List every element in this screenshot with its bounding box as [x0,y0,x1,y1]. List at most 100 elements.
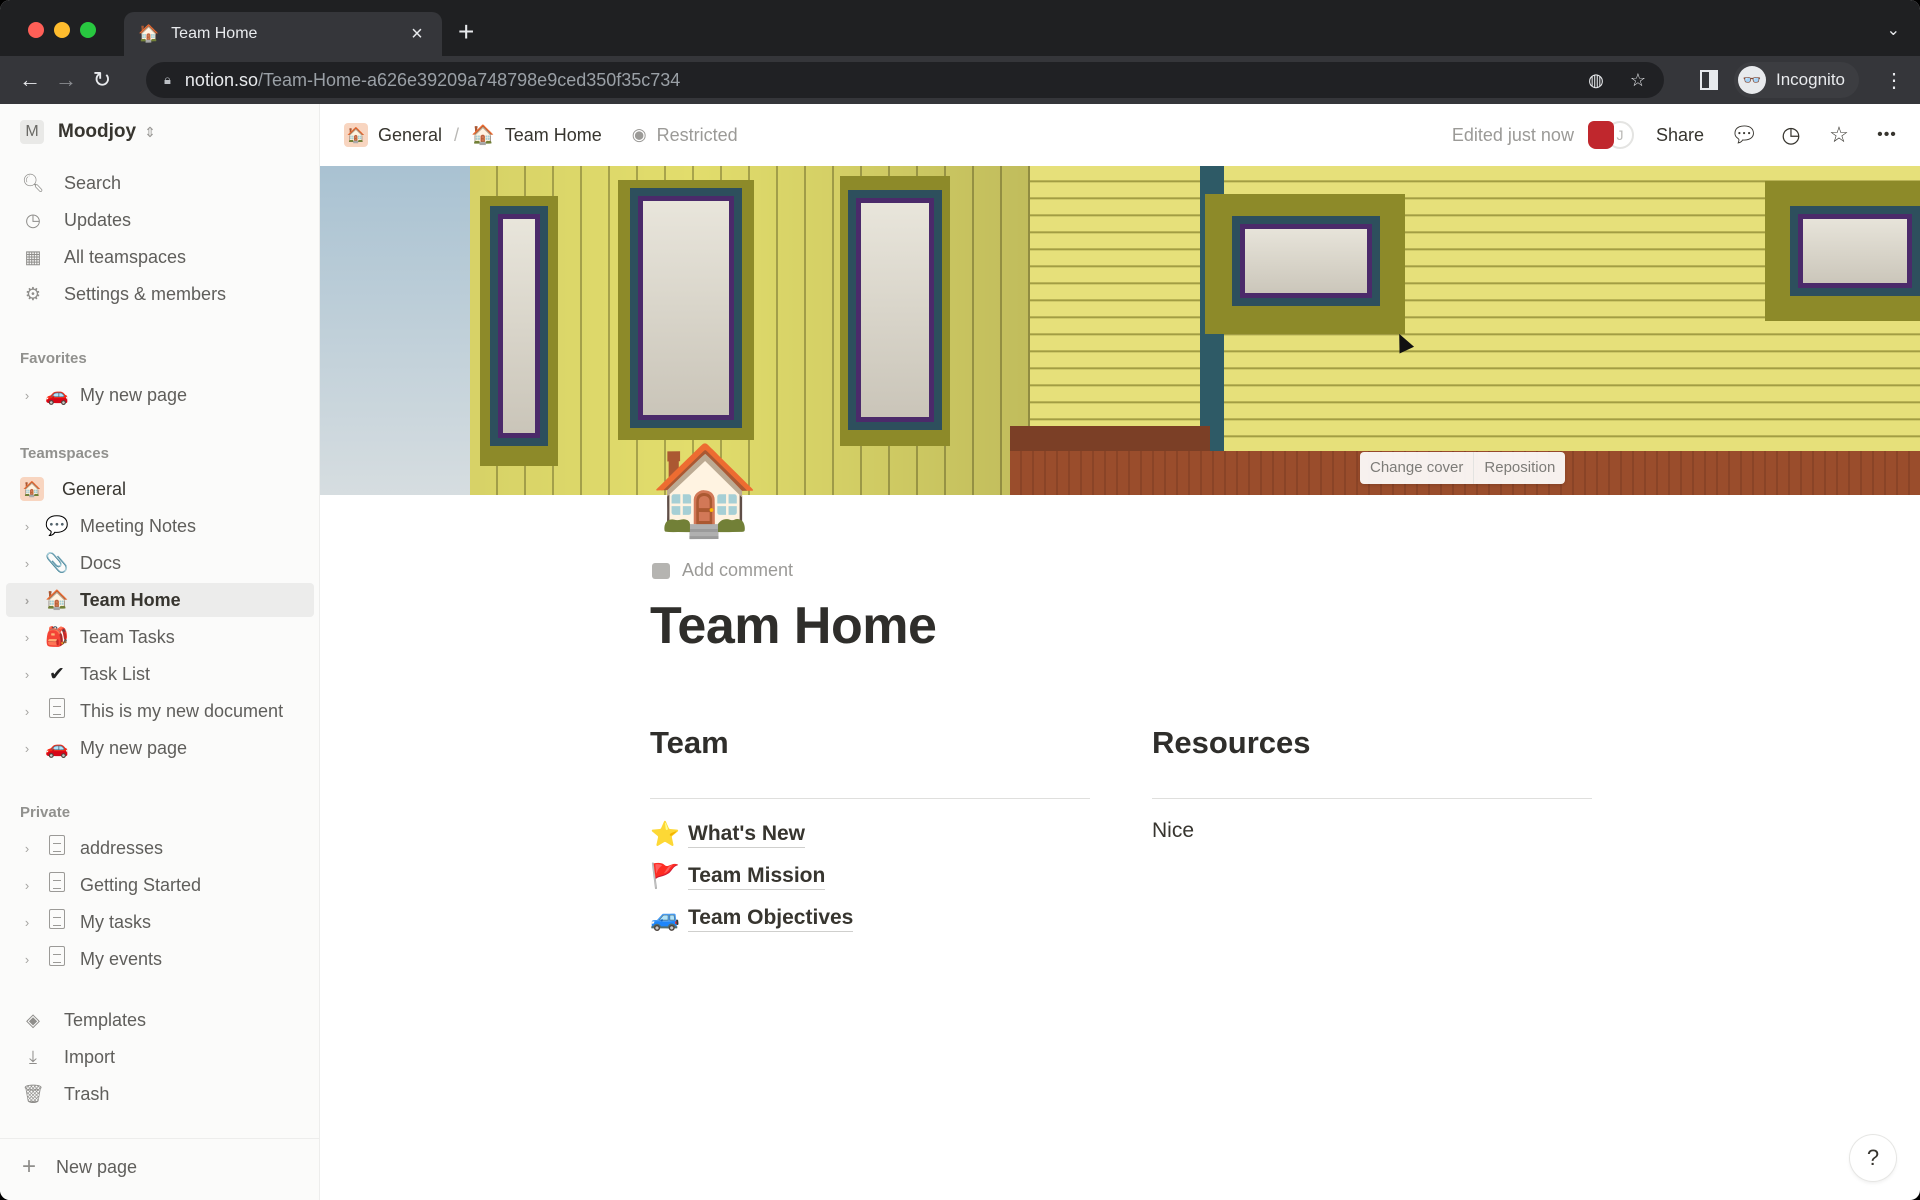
sidebar-item-all-teamspaces[interactable]: ▦ All teamspaces [6,240,314,274]
page-link-whats-new[interactable]: ⭐ What's New [650,813,1090,855]
sidebar-page-team-home[interactable]: › 🏠 Team Home [6,583,314,617]
sidebar-page-getting-started[interactable]: › Getting Started [6,868,314,902]
new-tab-button[interactable]: + [458,16,474,48]
page-link-label[interactable]: What's New [688,821,806,848]
close-window-button[interactable] [28,22,44,38]
breadcrumb-general[interactable]: 🏠 General [344,123,442,147]
sidebar-page-task-list[interactable]: › ✔ Task List [6,657,314,691]
sidebar-item-settings[interactable]: ⚙ Settings & members [6,277,314,311]
more-icon[interactable]: ••• [1874,126,1900,144]
page-link-team-mission[interactable]: 🚩 Team Mission [650,855,1090,897]
sidebar-page-new-document[interactable]: › This is my new document [6,694,314,728]
sidebar-item-label: Import [64,1046,116,1067]
new-page-button[interactable]: + New page [0,1150,308,1184]
reload-icon[interactable]: ↻ [84,67,120,93]
sidebar-page-addresses[interactable]: › addresses [6,831,314,865]
chevron-right-icon[interactable]: › [20,667,34,682]
url-text[interactable]: notion.so/Team-Home-a626e39209a748798e9c… [185,70,1562,91]
tab-search-chevron-icon[interactable]: ⌄ [1887,20,1900,40]
resources-text[interactable]: Nice [1152,819,1592,843]
sidebar-teamspace-general[interactable]: 🏠 General [6,472,314,506]
maximize-window-button[interactable] [80,22,96,38]
sidebar-page-my-tasks[interactable]: › My tasks [6,905,314,939]
chevron-right-icon[interactable]: › [20,915,34,930]
restricted-badge[interactable]: ◉ Restricted [632,125,738,146]
reposition-button[interactable]: Reposition [1473,452,1565,484]
team-heading[interactable]: Team [650,722,1090,764]
sidebar-page-meeting-notes[interactable]: › 💬 Meeting Notes [6,509,314,543]
document-icon [44,698,70,724]
document-icon [44,946,70,972]
side-panel-icon[interactable] [1700,70,1718,90]
bookmark-star-icon[interactable]: ☆ [1630,70,1646,91]
chevron-up-down-icon: ⇕ [144,123,156,140]
page-link-label[interactable]: Team Mission [688,863,826,890]
sidebar-page-my-events[interactable]: › My events [6,942,314,976]
templates-icon: ◈ [26,1009,40,1030]
tab-bar: 🏠 Team Home × + ⌄ [0,0,1920,56]
workspace-switcher[interactable]: M Moodjoy ⇕ [20,118,156,146]
sidebar-page-my-new-page-favorite[interactable]: › 🚗 My new page [6,378,314,412]
clock-icon[interactable]: ◷ [1778,122,1804,148]
forward-arrow-icon[interactable]: → [48,67,84,93]
resources-column: Resources Nice [1152,722,1592,843]
minimize-window-button[interactable] [54,22,70,38]
collaborator-avatars[interactable]: J [1587,121,1634,149]
incognito-profile-button[interactable]: 👓 Incognito [1734,62,1859,98]
browser-tab-active[interactable]: 🏠 Team Home × [124,12,442,56]
star-icon[interactable]: ☆ [1826,122,1852,148]
chevron-right-icon[interactable]: › [20,388,34,403]
share-button[interactable]: Share [1656,125,1704,146]
house-icon: 🏠 [45,590,69,611]
browser-menu-icon[interactable]: ⋮ [1884,68,1904,93]
url-host: notion.so [184,69,258,90]
topbar-actions: Edited just now J Share 💬︎ ◷ ☆ ••• [1452,104,1900,166]
sidebar-page-my-new-page[interactable]: › 🚗 My new page [6,731,314,765]
download-icon: ⤓ [29,1046,37,1067]
add-comment-button[interactable]: Add comment [652,560,793,581]
change-cover-button[interactable]: Change cover [1360,452,1473,484]
breadcrumb-team-home[interactable]: 🏠 Team Home [471,123,602,147]
favorites-heading[interactable]: Favorites [20,350,87,367]
team-links: ⭐ What's New 🚩 Team Mission 🚙 Team Objec… [650,813,1090,939]
chevron-right-icon[interactable]: › [20,952,34,967]
page-link-team-objectives[interactable]: 🚙 Team Objectives [650,897,1090,939]
chevron-right-icon[interactable]: › [20,630,34,645]
page-link-label[interactable]: Team Objectives [688,905,854,932]
sidebar-item-import[interactable]: ⤓ Import [6,1040,314,1074]
comment-icon [652,562,670,579]
comment-icon[interactable]: 💬︎ [1730,122,1758,148]
chevron-right-icon[interactable]: › [20,556,34,571]
chevron-right-icon[interactable]: › [20,519,34,534]
sidebar-item-label: This is my new document [80,700,284,721]
back-arrow-icon[interactable]: ← [12,67,48,93]
lock-icon[interactable]: 🔒︎ [164,72,171,88]
eye-slash-icon[interactable]: ◍ [1588,70,1604,91]
edited-status: Edited just now [1451,124,1574,145]
chevron-right-icon[interactable]: › [20,878,34,893]
address-bar[interactable]: 🔒︎ notion.so/Team-Home-a626e39209a748798… [146,62,1664,98]
sidebar-item-trash[interactable]: 🗑︎ Trash [6,1077,314,1111]
resources-heading[interactable]: Resources [1152,722,1592,764]
sidebar-item-templates[interactable]: ◈ Templates [6,1003,314,1037]
chevron-right-icon[interactable]: › [20,704,34,719]
teamspaces-heading[interactable]: Teamspaces [20,445,109,462]
private-heading[interactable]: Private [20,804,70,821]
breadcrumb-separator: / [454,124,460,145]
chevron-right-icon[interactable]: › [20,741,34,756]
sidebar-item-label: My new page [80,384,188,405]
page-icon[interactable]: 🏠 [650,440,760,540]
home-icon: 🏠 [20,477,44,501]
house-icon: 🏠 [138,24,160,43]
sidebar-item-label: Trash [64,1083,110,1104]
sidebar-item-search[interactable]: 🔍︎ Search [6,166,314,200]
help-button[interactable]: ? [1850,1135,1896,1181]
sidebar-page-team-tasks[interactable]: › 🎒 Team Tasks [6,620,314,654]
chevron-right-icon[interactable]: › [20,593,34,608]
page-title[interactable]: Team Home [650,596,937,656]
sidebar-item-updates[interactable]: ◷ Updates [6,203,314,237]
sidebar-item-label: Settings & members [64,283,227,304]
chevron-right-icon[interactable]: › [20,841,34,856]
sidebar-page-docs[interactable]: › 📎 Docs [6,546,314,580]
close-tab-icon[interactable]: × [406,23,428,46]
